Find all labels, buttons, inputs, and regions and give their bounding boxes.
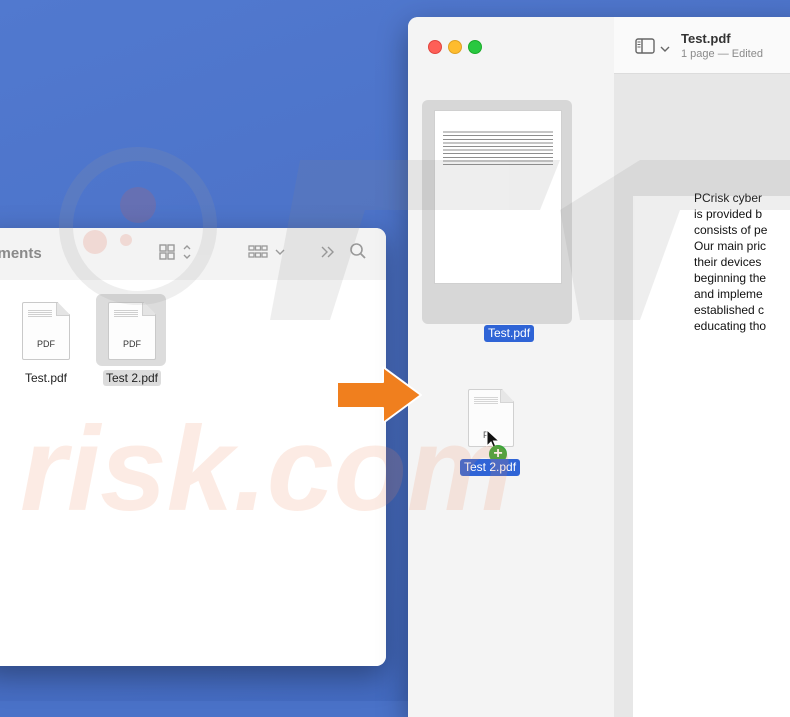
finder-file-area: PDF Test.pdf PDF Test 2.pdf (0, 280, 386, 666)
view-switch-chevron-icon[interactable] (182, 242, 192, 265)
search-icon[interactable] (349, 242, 367, 265)
thumbnail-label: Test.pdf (484, 325, 535, 342)
more-toolbar-chevron-icon[interactable] (320, 243, 336, 266)
zoom-window-button[interactable] (468, 40, 482, 54)
file-name-label: Test.pdf (24, 371, 68, 385)
group-by-chevron-icon[interactable] (274, 243, 286, 264)
file-test-pdf[interactable]: PDF Test.pdf (8, 302, 84, 387)
finder-toolbar: cuments (0, 228, 386, 281)
text-line: consists of pe (694, 223, 768, 237)
dragged-file-label: Test 2.pdf (460, 459, 521, 476)
text-line: their devices (694, 255, 762, 269)
file-name-label: Test 2.pdf (102, 370, 162, 386)
group-by-icon[interactable] (248, 243, 268, 266)
icon-view-grid-icon[interactable] (158, 243, 176, 266)
sidebar-toggle-icon[interactable] (635, 38, 655, 59)
document-subtitle: 1 page — Edited (681, 48, 763, 60)
document-text: PCrisk cyber is provided b consists of p… (694, 190, 767, 334)
preview-toolbar: Test.pdf 1 page — Edited (614, 17, 790, 74)
text-line: is provided b (694, 207, 763, 221)
finder-window-title: cuments (0, 245, 42, 262)
document-title: Test.pdf (681, 31, 731, 46)
text-line: educating tho (694, 319, 767, 333)
pdf-file-icon: PDF (22, 302, 70, 360)
document-view: PCrisk cyber is provided b consists of p… (614, 74, 790, 717)
orange-arrow-annotation (336, 366, 422, 424)
text-line: beginning the (694, 271, 767, 285)
file-test-2-pdf[interactable]: PDF Test 2.pdf (94, 294, 170, 387)
thumbnail-sidebar: Test.pdf P + Test 2.pdf (408, 17, 615, 717)
page-thumbnail[interactable] (422, 100, 572, 324)
preview-window: Test.pdf P + Test 2.pdf Test.pdf 1 page … (408, 17, 790, 717)
sidebar-options-chevron-icon[interactable] (660, 41, 670, 59)
text-line: and impleme (694, 287, 763, 301)
thumbnail-page (434, 110, 562, 284)
close-window-button[interactable] (428, 40, 442, 54)
text-line: PCrisk cyber (694, 191, 763, 205)
pdf-file-icon: PDF (108, 302, 156, 360)
text-line: Our main pric (694, 239, 767, 253)
text-line: established c (694, 303, 765, 317)
thumbnail-text (443, 129, 553, 165)
minimize-window-button[interactable] (448, 40, 462, 54)
finder-window: cuments PDF Test.pdf (0, 228, 386, 666)
